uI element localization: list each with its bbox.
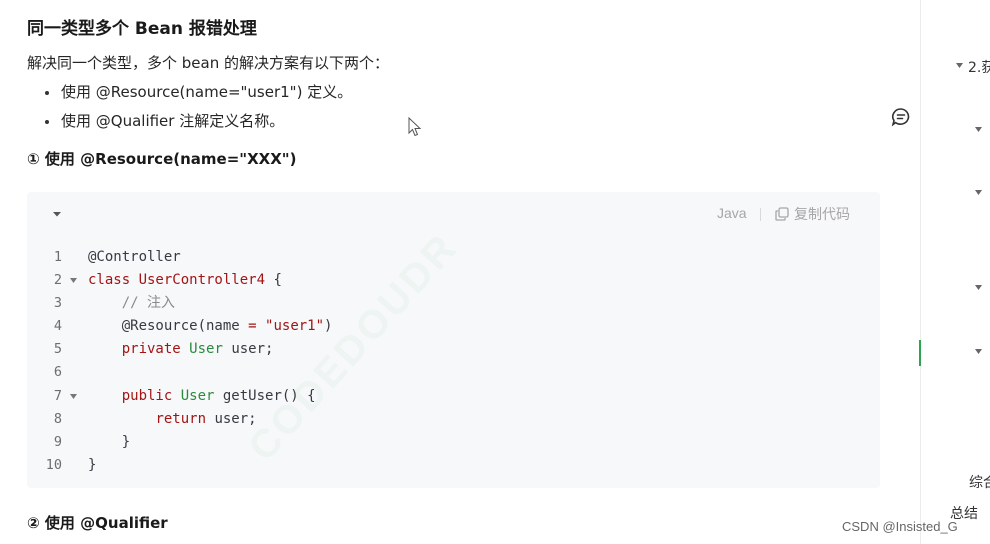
line-number: 10	[45, 456, 62, 473]
line-number: 9	[53, 433, 62, 450]
code-text: @Controller	[88, 246, 181, 269]
code-line: 6	[27, 361, 880, 384]
toc-caret-icon[interactable]	[975, 349, 982, 354]
code-token: // 注入	[88, 295, 176, 312]
copy-code-label: 复制代码	[794, 207, 850, 223]
line-number: 1	[53, 249, 62, 265]
line-number: 2	[53, 272, 62, 289]
code-token: class	[88, 272, 139, 289]
code-text: class UserController4 {	[88, 269, 282, 292]
toc-caret-icon[interactable]	[956, 63, 963, 68]
comment-icon[interactable]	[891, 107, 911, 127]
toc-caret-icon[interactable]	[975, 127, 982, 132]
toc-item[interactable]: 2.获	[968, 57, 990, 77]
code-toolbar: Java 复制代码	[27, 192, 880, 236]
code-token: )	[324, 318, 333, 335]
code-token: User	[180, 387, 215, 404]
code-text: }	[88, 454, 96, 477]
code-token: public	[121, 387, 173, 404]
code-token: =	[248, 318, 257, 335]
line-number: 4	[53, 318, 62, 335]
toc-caret-icon[interactable]	[975, 285, 982, 290]
code-token: User	[189, 341, 223, 358]
toc-item[interactable]: 综合	[969, 472, 990, 492]
code-line: 7 public User getUser() {	[27, 385, 880, 408]
code-line: 10}	[27, 454, 880, 477]
code-token: user;	[222, 341, 274, 358]
code-text: // 注入	[88, 292, 175, 315]
code-token: }	[88, 433, 131, 450]
subheading-resource: ① 使用 @Resource(name="XXX")	[27, 150, 297, 168]
copy-icon	[775, 207, 789, 221]
code-token: return	[155, 410, 207, 427]
caret-down-icon[interactable]	[52, 209, 62, 219]
code-line: 9 }	[27, 431, 880, 454]
article-content: 同一类型多个 Bean 报错处理 解决同一个类型，多个 bean 的解决方案有以…	[0, 0, 920, 544]
code-body: 1 @Controller 2 class UserController4 {3 //…	[27, 246, 880, 477]
code-line: 3 // 注入	[27, 292, 880, 315]
code-block: Java 复制代码 1 @Controller 2 class UserControl…	[27, 192, 880, 488]
code-text: private User user;	[88, 338, 274, 361]
mouse-cursor-icon	[408, 117, 422, 137]
list-item: 使用 @Resource(name="user1") 定义。	[44, 80, 352, 109]
code-token: user;	[206, 410, 257, 427]
line-number: 3	[53, 295, 62, 312]
code-token: @Controller	[88, 249, 181, 265]
table-of-contents: 2.获 综合 总结	[921, 0, 990, 544]
line-number: 5	[53, 341, 62, 358]
code-token: UserController4	[138, 272, 266, 289]
section-heading: 同一类型多个 Bean 报错处理	[27, 19, 257, 39]
code-line: 8 return user;	[27, 408, 880, 431]
fold-caret-icon[interactable]	[70, 393, 77, 399]
code-text: return user;	[88, 408, 257, 431]
code-text: @Resource(name = "user1")	[88, 315, 333, 338]
csdn-watermark: CSDN @Insisted_G	[842, 519, 958, 534]
code-token: "user1"	[265, 318, 325, 335]
line-number: 6	[53, 364, 62, 381]
code-token: {	[265, 272, 282, 289]
code-text: }	[88, 431, 130, 454]
copy-code-button[interactable]: 复制代码	[775, 204, 850, 224]
code-line: 4 @Resource(name = "user1")	[27, 315, 880, 338]
fold-caret-icon[interactable]	[70, 278, 77, 284]
list-item: 使用 @Qualifier 注解定义名称。	[44, 109, 352, 138]
intro-paragraph: 解决同一个类型，多个 bean 的解决方案有以下两个：	[27, 54, 389, 72]
line-number: 7	[53, 387, 62, 404]
code-token: }	[88, 456, 97, 473]
code-line: 5 private User user;	[27, 338, 880, 361]
subheading-qualifier: ② 使用 @Qualifier	[27, 514, 168, 532]
code-token: @Resource(name	[88, 318, 249, 335]
toolbar-divider	[760, 208, 761, 221]
line-number: 8	[53, 410, 62, 427]
code-line: 2 class UserController4 {	[27, 269, 880, 292]
code-language-label: Java	[717, 205, 747, 221]
solution-list: 使用 @Resource(name="user1") 定义。 使用 @Quali…	[44, 80, 352, 138]
code-token: private	[121, 341, 181, 358]
toc-caret-icon[interactable]	[975, 190, 982, 195]
